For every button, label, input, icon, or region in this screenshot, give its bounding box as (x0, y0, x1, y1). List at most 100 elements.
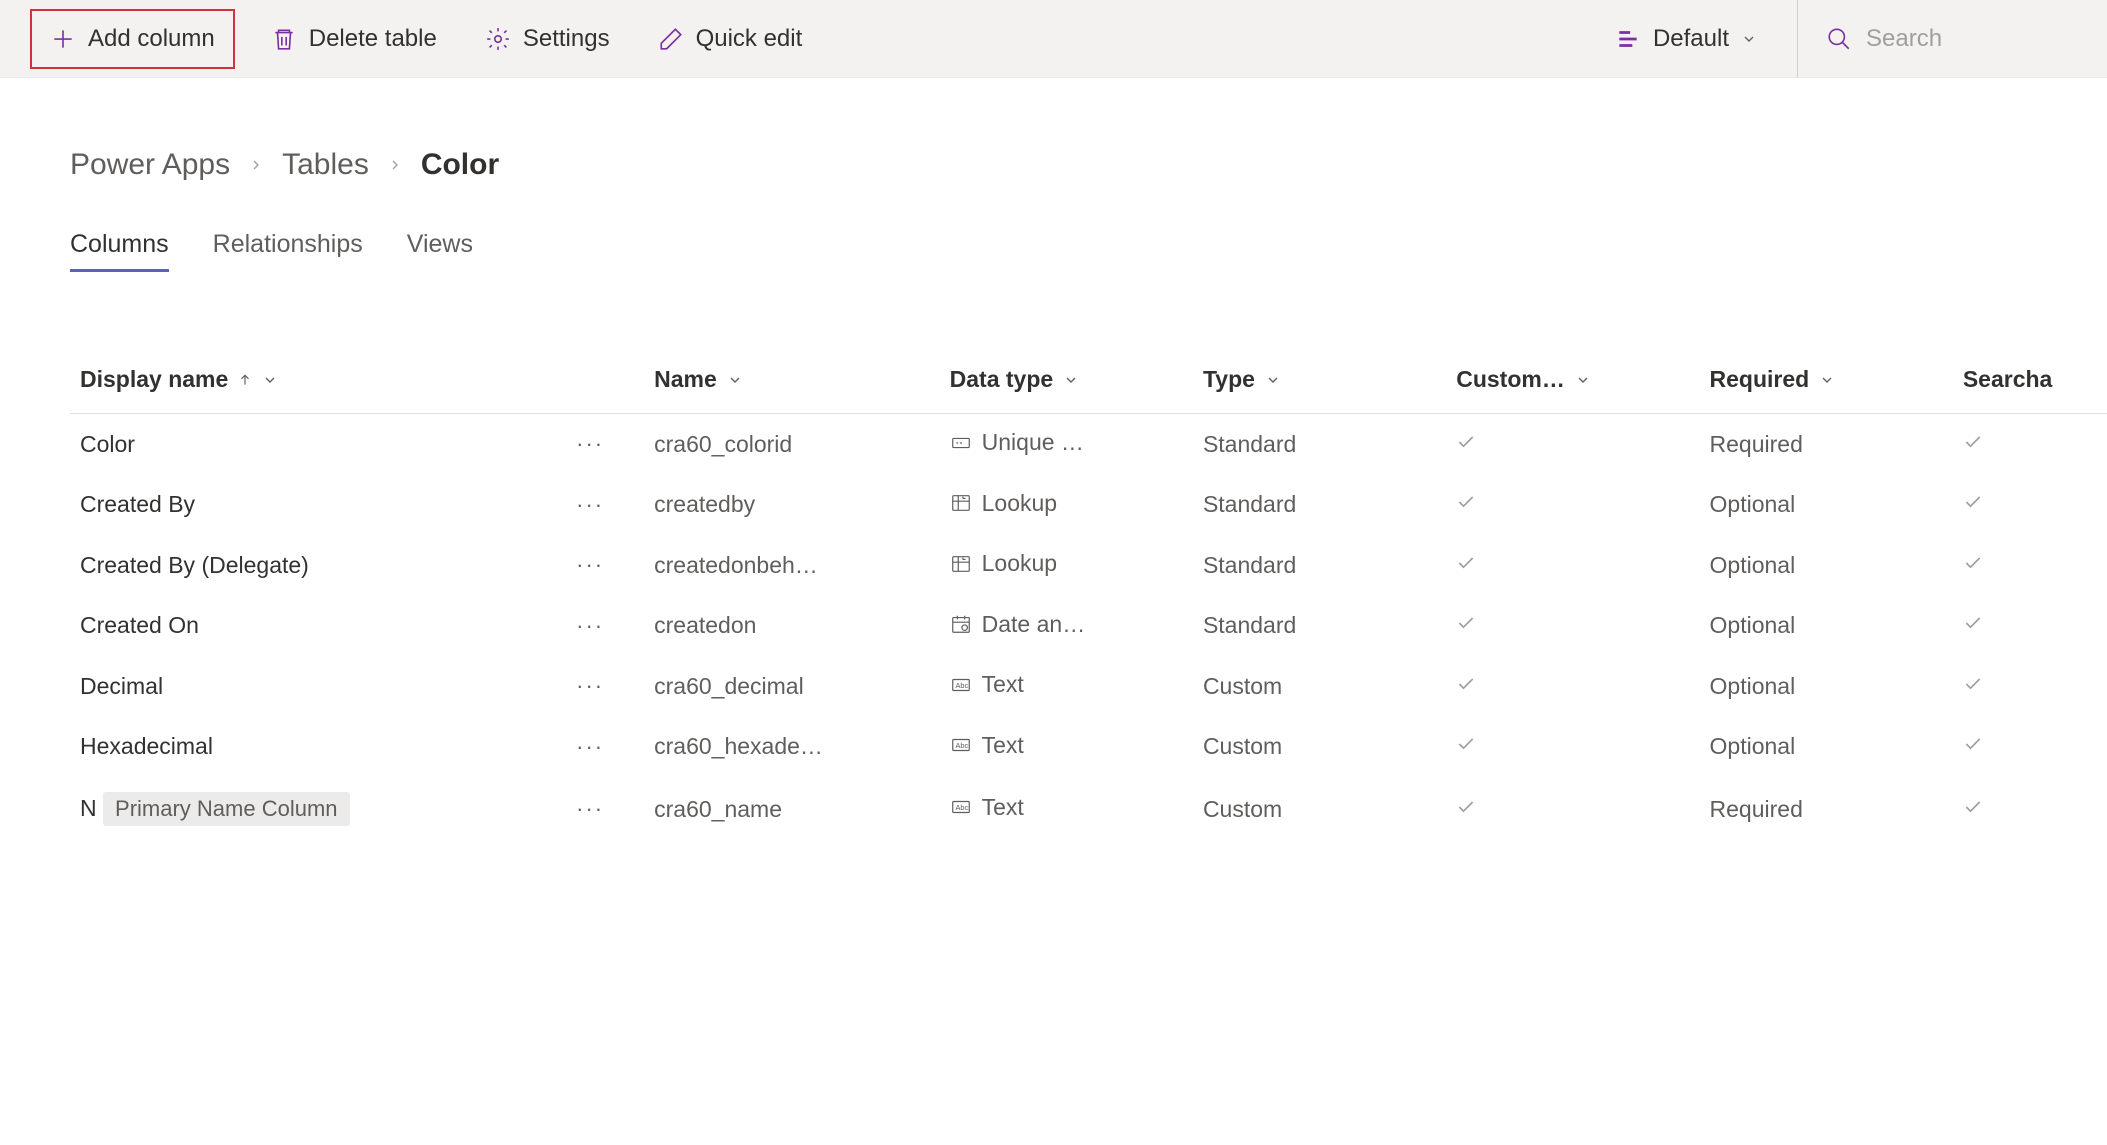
chevron-down-icon (727, 372, 743, 388)
searchable-check (1953, 535, 2107, 596)
required-text: Optional (1710, 733, 1796, 759)
table-row[interactable]: Hexadecimal···cra60_hexade…AbcTextCustom… (70, 717, 2107, 778)
list-icon (1615, 26, 1641, 52)
datatype-cell: Lookup (950, 490, 1057, 517)
delete-table-label: Delete table (309, 25, 437, 53)
tab-views[interactable]: Views (407, 230, 473, 272)
text-icon: Abc (950, 674, 972, 696)
more-button[interactable]: ··· (534, 475, 644, 536)
more-button[interactable]: ··· (534, 777, 644, 841)
text-icon: Abc (950, 796, 972, 818)
search-input[interactable] (1866, 25, 2066, 53)
svg-text:Abc: Abc (955, 803, 968, 812)
content: Power Apps Tables Color Columns Relation… (0, 78, 2107, 841)
delete-table-button[interactable]: Delete table (259, 17, 449, 61)
header-name[interactable]: Name (654, 366, 743, 393)
name-text: createdon (654, 612, 756, 638)
svg-text:Abc: Abc (955, 680, 968, 689)
quick-edit-button[interactable]: Quick edit (646, 17, 815, 61)
header-required[interactable]: Required (1710, 366, 1836, 393)
chevron-down-icon (1265, 372, 1281, 388)
datatype-cell: AbcText (950, 732, 1024, 759)
searchable-check (1953, 777, 2107, 841)
custom-check (1446, 777, 1699, 841)
display-name-text: N (80, 795, 97, 821)
type-text: Custom (1203, 673, 1282, 699)
lookup-icon (950, 553, 972, 575)
required-text: Required (1710, 431, 1803, 457)
custom-check (1446, 475, 1699, 536)
more-button[interactable]: ··· (534, 656, 644, 717)
tab-columns[interactable]: Columns (70, 230, 169, 272)
datatype-cell: Lookup (950, 550, 1057, 577)
more-button[interactable]: ··· (534, 717, 644, 778)
quick-edit-label: Quick edit (696, 25, 803, 53)
tab-relationships[interactable]: Relationships (213, 230, 363, 272)
table-container: Display name Name Da (70, 350, 2107, 841)
header-custom[interactable]: Custom… (1456, 366, 1591, 393)
custom-check (1446, 656, 1699, 717)
more-button[interactable]: ··· (534, 535, 644, 596)
table-row[interactable]: Color···cra60_coloridUnique …StandardReq… (70, 414, 2107, 475)
name-text: cra60_name (654, 796, 782, 822)
chevron-down-icon (262, 372, 278, 388)
table-row[interactable]: Created By···createdbyLookupStandardOpti… (70, 475, 2107, 536)
type-text: Standard (1203, 491, 1296, 517)
breadcrumb-tables[interactable]: Tables (282, 148, 369, 182)
table-row[interactable]: Created By (Delegate) ··· createdonbeh… Loo… (70, 535, 2107, 596)
toolbar-left: Add column Delete table Settings Quick e… (30, 9, 1595, 69)
breadcrumb-current: Color (421, 148, 499, 182)
type-text: Custom (1203, 796, 1282, 822)
type-text: Standard (1203, 612, 1296, 638)
required-text: Optional (1710, 612, 1796, 638)
unique-icon (950, 432, 972, 454)
columns-table: Display name Name Da (70, 350, 2107, 841)
header-datatype[interactable]: Data type (950, 366, 1080, 393)
more-button[interactable]: ··· (534, 596, 644, 657)
display-name-text: Color (80, 431, 135, 457)
datatype-cell: AbcText (950, 671, 1024, 698)
name-text: createdonbeh… (654, 552, 818, 578)
svg-text:Abc: Abc (955, 741, 968, 750)
display-name-text: Created By (Delegate) (80, 552, 309, 578)
searchable-check (1953, 596, 2107, 657)
searchable-check (1953, 475, 2107, 536)
add-column-label: Add column (88, 25, 215, 53)
pencil-icon (658, 26, 684, 52)
add-column-button[interactable]: Add column (30, 9, 235, 69)
type-text: Standard (1203, 431, 1296, 457)
table-row[interactable]: Created On···createdonDate an…StandardOp… (70, 596, 2107, 657)
type-text: Custom (1203, 733, 1282, 759)
searchable-check (1953, 414, 2107, 475)
sort-up-icon (238, 373, 252, 387)
name-text: cra60_hexade… (654, 733, 823, 759)
custom-check (1446, 717, 1699, 778)
toolbar: Add column Delete table Settings Quick e… (0, 0, 2107, 78)
breadcrumb-powerapps[interactable]: Power Apps (70, 148, 230, 182)
header-display-name[interactable]: Display name (80, 366, 278, 393)
view-selector[interactable]: Default (1595, 17, 1777, 61)
table-row[interactable]: N Primary Name Column···cra60_nameAbcTex… (70, 777, 2107, 841)
chevron-right-icon (387, 157, 403, 173)
table-row[interactable]: Decimal···cra60_decimalAbcTextCustomOpti… (70, 656, 2107, 717)
text-icon: Abc (950, 734, 972, 756)
header-type[interactable]: Type (1203, 366, 1281, 393)
required-text: Optional (1710, 552, 1796, 578)
type-text: Standard (1203, 552, 1296, 578)
chevron-down-icon (1063, 372, 1079, 388)
custom-check (1446, 596, 1699, 657)
date-icon (950, 613, 972, 635)
display-name-text: Created By (80, 491, 195, 517)
searchable-check (1953, 717, 2107, 778)
settings-button[interactable]: Settings (473, 17, 622, 61)
custom-check (1446, 414, 1699, 475)
chevron-down-icon (1575, 372, 1591, 388)
toolbar-right: Default (1595, 0, 2107, 78)
required-text: Required (1710, 796, 1803, 822)
header-searchable[interactable]: Searcha (1963, 366, 2053, 393)
required-text: Optional (1710, 673, 1796, 699)
primary-name-badge: Primary Name Column (103, 792, 350, 826)
custom-check (1446, 535, 1699, 596)
more-button[interactable]: ··· (534, 414, 644, 475)
name-text: createdby (654, 491, 755, 517)
